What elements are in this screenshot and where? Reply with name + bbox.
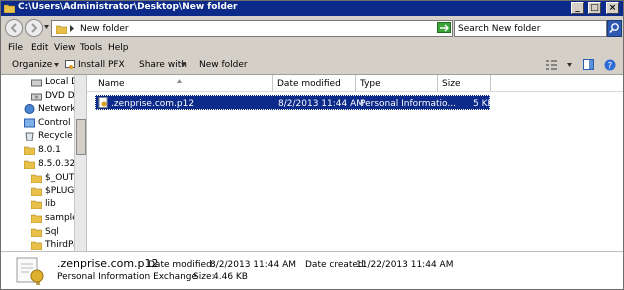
column-date-modified[interactable]: Date modified	[273, 75, 356, 91]
dvd-drive-icon	[31, 93, 42, 101]
window-title: C:\Users\Administrator\Desktop\New folde…	[18, 2, 238, 12]
file-date: 8/2/2013 11:44 AM	[278, 99, 365, 109]
install-pfx-button[interactable]: Install PFX	[78, 60, 125, 70]
detail-file-type: Personal Information Exchange	[57, 272, 198, 282]
menu-view[interactable]: View	[54, 43, 75, 53]
certificate-file-icon	[98, 97, 108, 108]
recent-pages-dropdown-icon[interactable]	[44, 25, 49, 29]
share-dropdown-icon[interactable]	[181, 63, 186, 67]
menu-file[interactable]: File	[8, 43, 23, 53]
detail-modified-label: Date modified:	[148, 260, 215, 270]
nav-scrollbar-thumb[interactable]	[76, 119, 86, 155]
address-row: New folder Search New folder	[1, 16, 623, 41]
folder-icon	[31, 228, 42, 237]
maximize-button[interactable]: □	[588, 2, 601, 14]
detail-size-value: 4.46 KB	[213, 272, 248, 282]
search-input[interactable]: Search New folder	[454, 20, 607, 37]
folder-icon	[31, 241, 42, 250]
back-button[interactable]	[5, 19, 23, 37]
search-placeholder: Search New folder	[458, 24, 541, 34]
sort-ascending-icon	[177, 79, 182, 83]
help-icon[interactable]: ?	[604, 59, 616, 71]
folder-icon	[31, 174, 42, 183]
certificate-icon	[65, 60, 75, 69]
address-bar[interactable]: New folder	[51, 20, 453, 37]
file-row[interactable]: .zenprise.com.p12 8/2/2013 11:44 AM Pers…	[95, 95, 494, 110]
network-icon	[24, 104, 35, 114]
column-size[interactable]: Size	[438, 75, 491, 91]
organize-dropdown-icon[interactable]	[54, 63, 59, 67]
menu-help[interactable]: Help	[108, 43, 129, 53]
detail-size-label: Size:	[193, 272, 215, 282]
detail-created-value: 11/22/2013 11:44 AM	[356, 260, 454, 270]
back-arrow-icon	[10, 23, 17, 33]
menu-bar: File Edit View Tools Help	[1, 41, 623, 55]
detail-file-name: .zenprise.com.p12	[57, 257, 159, 270]
file-name: .zenprise.com.p12	[111, 99, 195, 109]
nav-scrollbar[interactable]	[74, 75, 86, 251]
share-with-button[interactable]: Share with	[139, 60, 187, 70]
minimize-button[interactable]: _	[571, 2, 584, 14]
change-view-icon[interactable]	[546, 60, 557, 70]
command-bar: Organize Install PFX Share with New fold…	[1, 55, 623, 75]
recycle-bin-icon	[25, 132, 34, 141]
forward-arrow-icon	[31, 23, 38, 33]
header-divider	[87, 91, 623, 92]
file-type: Personal Informatio...	[360, 99, 456, 109]
forward-button[interactable]	[25, 19, 43, 37]
folder-icon	[31, 200, 42, 209]
column-type[interactable]: Type	[356, 75, 438, 91]
svg-text:?: ?	[608, 62, 613, 72]
menu-edit[interactable]: Edit	[31, 43, 48, 53]
breadcrumb-separator-icon[interactable]	[70, 25, 74, 32]
view-dropdown-icon[interactable]	[567, 63, 572, 67]
folder-icon	[56, 25, 67, 34]
search-icon	[609, 23, 619, 34]
control-panel-icon	[24, 118, 35, 128]
column-name[interactable]: Name	[87, 75, 273, 91]
close-button[interactable]: ×	[606, 2, 619, 14]
title-bar[interactable]: C:\Users\Administrator\Desktop\New folde…	[1, 1, 623, 16]
organize-button[interactable]: Organize	[12, 60, 52, 70]
breadcrumb-current[interactable]: New folder	[80, 24, 129, 34]
refresh-button[interactable]	[437, 22, 451, 33]
detail-modified-value: 8/2/2013 11:44 AM	[210, 260, 297, 270]
folder-icon	[31, 187, 42, 196]
folder-icon	[24, 146, 35, 155]
new-folder-button[interactable]: New folder	[199, 60, 248, 70]
search-button[interactable]	[607, 20, 622, 37]
menu-tools[interactable]: Tools	[80, 43, 102, 53]
explorer-window: C:\Users\Administrator\Desktop\New folde…	[0, 0, 624, 290]
file-list: Name Date modified Type Size .zenprise.c…	[87, 75, 623, 251]
certificate-large-icon	[16, 257, 44, 285]
folder-icon	[31, 214, 42, 223]
details-pane: .zenprise.com.p12 Personal Information E…	[1, 251, 623, 289]
file-size: 5 KB	[473, 99, 494, 109]
preview-pane-icon[interactable]	[583, 59, 594, 70]
folder-icon	[24, 160, 35, 169]
refresh-icon	[440, 24, 449, 32]
folder-icon	[4, 4, 15, 13]
navigation-pane: Local Disk DVD Drive Network Control Pan…	[1, 75, 87, 251]
drive-icon	[31, 79, 42, 87]
